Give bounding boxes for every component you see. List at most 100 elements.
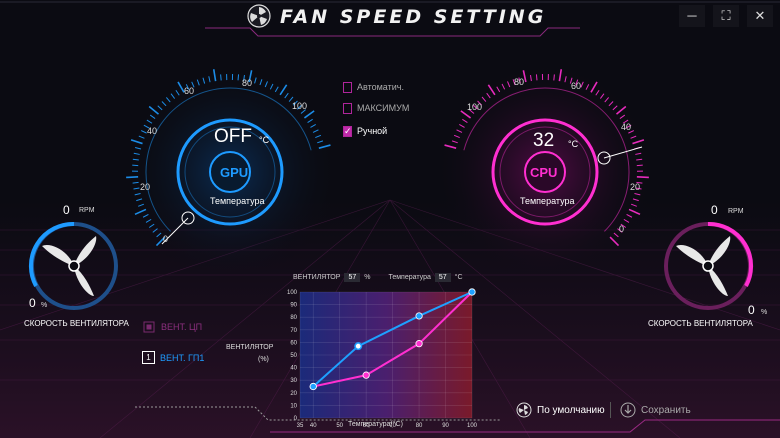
readout-fan-unit: %	[364, 274, 371, 281]
chart-x-tick-label: 80	[416, 423, 423, 429]
gauge-tick-mark	[451, 140, 458, 144]
curve-point[interactable]	[415, 340, 423, 348]
curve-point[interactable]	[362, 371, 370, 379]
gauge-tick-mark	[553, 74, 555, 81]
gauge-tick-mark	[175, 90, 180, 96]
left-fan-percent: 0	[29, 296, 36, 310]
gauge-tick-mark	[157, 105, 163, 111]
chart-y-tick-label: 100	[287, 290, 298, 296]
fan-curve-chart[interactable]: 0102030405060708090100 35 40 50 60 70 80 90 100	[270, 284, 485, 434]
gauge-tick-mark	[609, 236, 620, 247]
readout-fan-value: 57	[344, 273, 361, 282]
gauge-tick-mark	[635, 152, 642, 155]
gauge-tick-mark	[459, 124, 465, 128]
window-title: FAN SPEED SETTING	[280, 6, 547, 28]
curve-point[interactable]	[354, 342, 363, 351]
gauge-tick-mark	[264, 81, 268, 88]
gauge-tick-mark	[132, 158, 139, 161]
gauge-tick-mark	[462, 118, 468, 123]
chart-xlabel: Температура(°C)	[348, 421, 403, 428]
mode-checkbox-checked[interactable]: ✓	[343, 125, 352, 137]
gpu-temperature: OFF	[214, 126, 252, 147]
gauge-tick-mark	[149, 114, 156, 119]
chart-y-tick-label: 80	[290, 315, 297, 321]
fullscreen-button[interactable]: ⛶	[713, 5, 739, 27]
close-button[interactable]: ✕	[747, 5, 773, 27]
gauge-tick-mark	[619, 114, 626, 119]
gauge-tick-mark	[134, 208, 147, 216]
gauge-tick-mark	[196, 79, 200, 86]
gauge-tick-mark	[146, 119, 153, 124]
right-fan-percent-unit: %	[761, 309, 768, 316]
gauge-tick-mark	[130, 139, 143, 145]
gauge-tick-mark	[590, 81, 598, 93]
mode-auto[interactable]: Автоматич.	[343, 80, 404, 94]
gauge-tick-mark	[564, 76, 567, 83]
cpu-tick: 20	[630, 182, 641, 192]
gauge-tick-mark	[530, 75, 532, 82]
gauge-tick-mark	[202, 77, 206, 84]
gauge-tick-mark	[148, 105, 160, 115]
curve-point[interactable]	[415, 312, 423, 320]
gpu-tick: 60	[184, 86, 195, 96]
chart-x-tick-label: 100	[467, 423, 478, 429]
gpu-tick: 100	[292, 101, 308, 111]
gauge-tick-mark	[608, 101, 614, 107]
gpu-tick: 80	[242, 78, 253, 88]
cpu-fan-label: ВЕНТ. ЦП	[161, 322, 203, 332]
gauge-tick-mark	[269, 83, 274, 90]
mode-manual[interactable]: ✓ Ручной	[343, 124, 387, 138]
gauge-tick-mark	[136, 198, 143, 202]
gauge-tick-mark	[134, 146, 142, 150]
gauge-tick-mark	[634, 192, 641, 196]
readout-fan-label: ВЕНТИЛЯТОР	[293, 274, 341, 281]
action-divider	[610, 402, 611, 418]
mode-checkbox[interactable]	[343, 81, 352, 93]
curve-point[interactable]	[309, 382, 317, 391]
chart-y-tick-label: 60	[290, 340, 297, 346]
mode-checkbox[interactable]	[343, 102, 352, 114]
gpu-fan-label: ВЕНТ. ГП1	[160, 352, 205, 363]
curve-point[interactable]	[468, 288, 476, 296]
save-button[interactable]: Сохранить	[620, 402, 691, 418]
save-button-label: Сохранить	[641, 404, 691, 416]
gauge-tick-mark	[279, 84, 288, 96]
gauge-tick-mark	[156, 232, 162, 238]
readout-temp-value: 57	[434, 273, 451, 282]
gauge-tick-mark	[444, 144, 457, 149]
mode-label: Ручной	[357, 126, 388, 136]
gauge-tick-mark	[170, 93, 176, 99]
select-gpu-fan[interactable]: 1 ВЕНТ. ГП1	[142, 351, 204, 364]
default-button[interactable]: По умолчанию	[516, 402, 605, 418]
gauge-tick-mark	[145, 218, 152, 223]
cpu-label: CPU	[530, 165, 558, 180]
gauge-tick-mark	[558, 69, 563, 82]
left-fan-caption: СКОРОСТЬ ВЕНТИЛЯТОРА	[24, 319, 129, 328]
gauge-tick-mark	[613, 232, 619, 238]
gauge-tick-mark	[317, 140, 324, 144]
gauge-tick-mark	[307, 118, 313, 123]
chart-y-tick-label: 10	[290, 403, 297, 409]
gauge-tick-mark	[134, 192, 141, 196]
gauge-tick-mark	[535, 74, 538, 81]
left-fan-rpm: 0	[63, 203, 70, 217]
mode-max[interactable]: МАКСИМУМ	[343, 101, 409, 115]
right-fan-rpm: 0	[711, 203, 718, 217]
cpu-tick: 0	[619, 224, 625, 234]
gpu-tick: 40	[147, 126, 158, 136]
chart-y-tick-label: 90	[290, 303, 297, 309]
cpu-tick: 60	[571, 81, 582, 91]
chart-ylabel: ВЕНТИЛЯТОР	[226, 344, 274, 351]
gauge-tick-mark	[612, 105, 618, 111]
select-cpu-fan[interactable]: ВЕНТ. ЦП	[142, 320, 202, 334]
chart-x-tick-label: 40	[310, 423, 317, 429]
gauge-tick-mark	[626, 214, 633, 218]
minimize-button[interactable]: ─	[679, 5, 705, 27]
gauge-tick-mark	[310, 124, 316, 128]
gauge-tick-mark	[138, 135, 145, 139]
gauge-tick-mark	[220, 74, 222, 81]
gauge-tick-mark	[161, 101, 167, 107]
gauge-tick-mark	[487, 84, 496, 96]
gauge-tick-mark	[636, 158, 643, 161]
gpu-gauge	[126, 69, 331, 247]
